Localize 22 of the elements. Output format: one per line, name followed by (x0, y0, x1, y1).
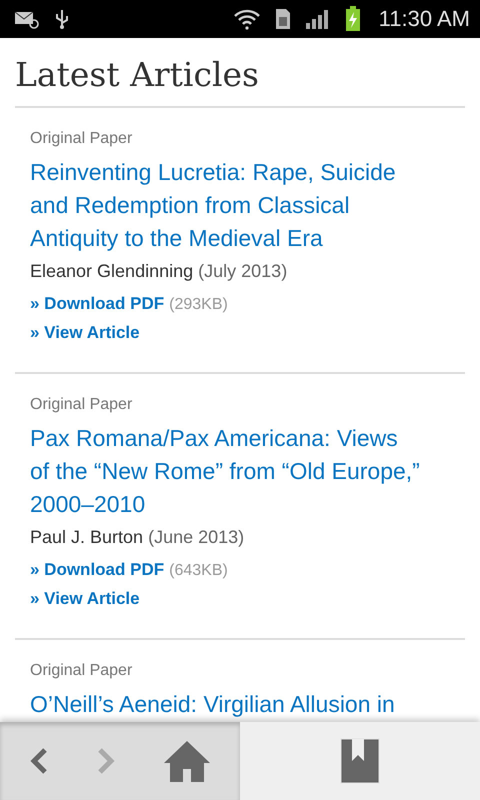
status-time: 11:30 AM (378, 6, 470, 32)
article-category: Original Paper (30, 662, 134, 680)
battery-charging-icon (344, 6, 361, 32)
file-size: (643KB) (169, 562, 228, 580)
article-title-link[interactable]: Reinventing Lucretia: Rape, Suicide and Redemption from Classical Antiquity to the Medieval Era (30, 156, 420, 255)
article-category: Original Paper (30, 396, 134, 414)
article-byline: Eleanor Glendinning (July 2013) (30, 261, 288, 282)
sim-card-icon (274, 8, 291, 30)
wifi-icon (232, 8, 261, 30)
signal-icon (304, 8, 331, 30)
article-title-link[interactable]: O’Neill’s Aeneid: Virgilian Allusion in (30, 688, 420, 721)
file-size: (293KB) (169, 296, 228, 314)
usb-icon (54, 8, 70, 30)
article-link[interactable]: » Download PDF (30, 560, 164, 580)
email-icon (14, 9, 40, 29)
article-byline: Paul J. Burton (June 2013) (30, 527, 246, 548)
article-title-link[interactable]: Pax Romana/Pax Americana: Views of the “New Rome” from “Old Europe,” 2000–2010 (30, 422, 420, 521)
article-link[interactable]: » View Article (30, 589, 140, 609)
article-link[interactable]: » Download PDF (30, 294, 164, 314)
article-link[interactable]: » View Article (30, 323, 140, 343)
article-category: Original Paper (30, 130, 134, 148)
page-heading: Latest Articles (15, 38, 465, 108)
